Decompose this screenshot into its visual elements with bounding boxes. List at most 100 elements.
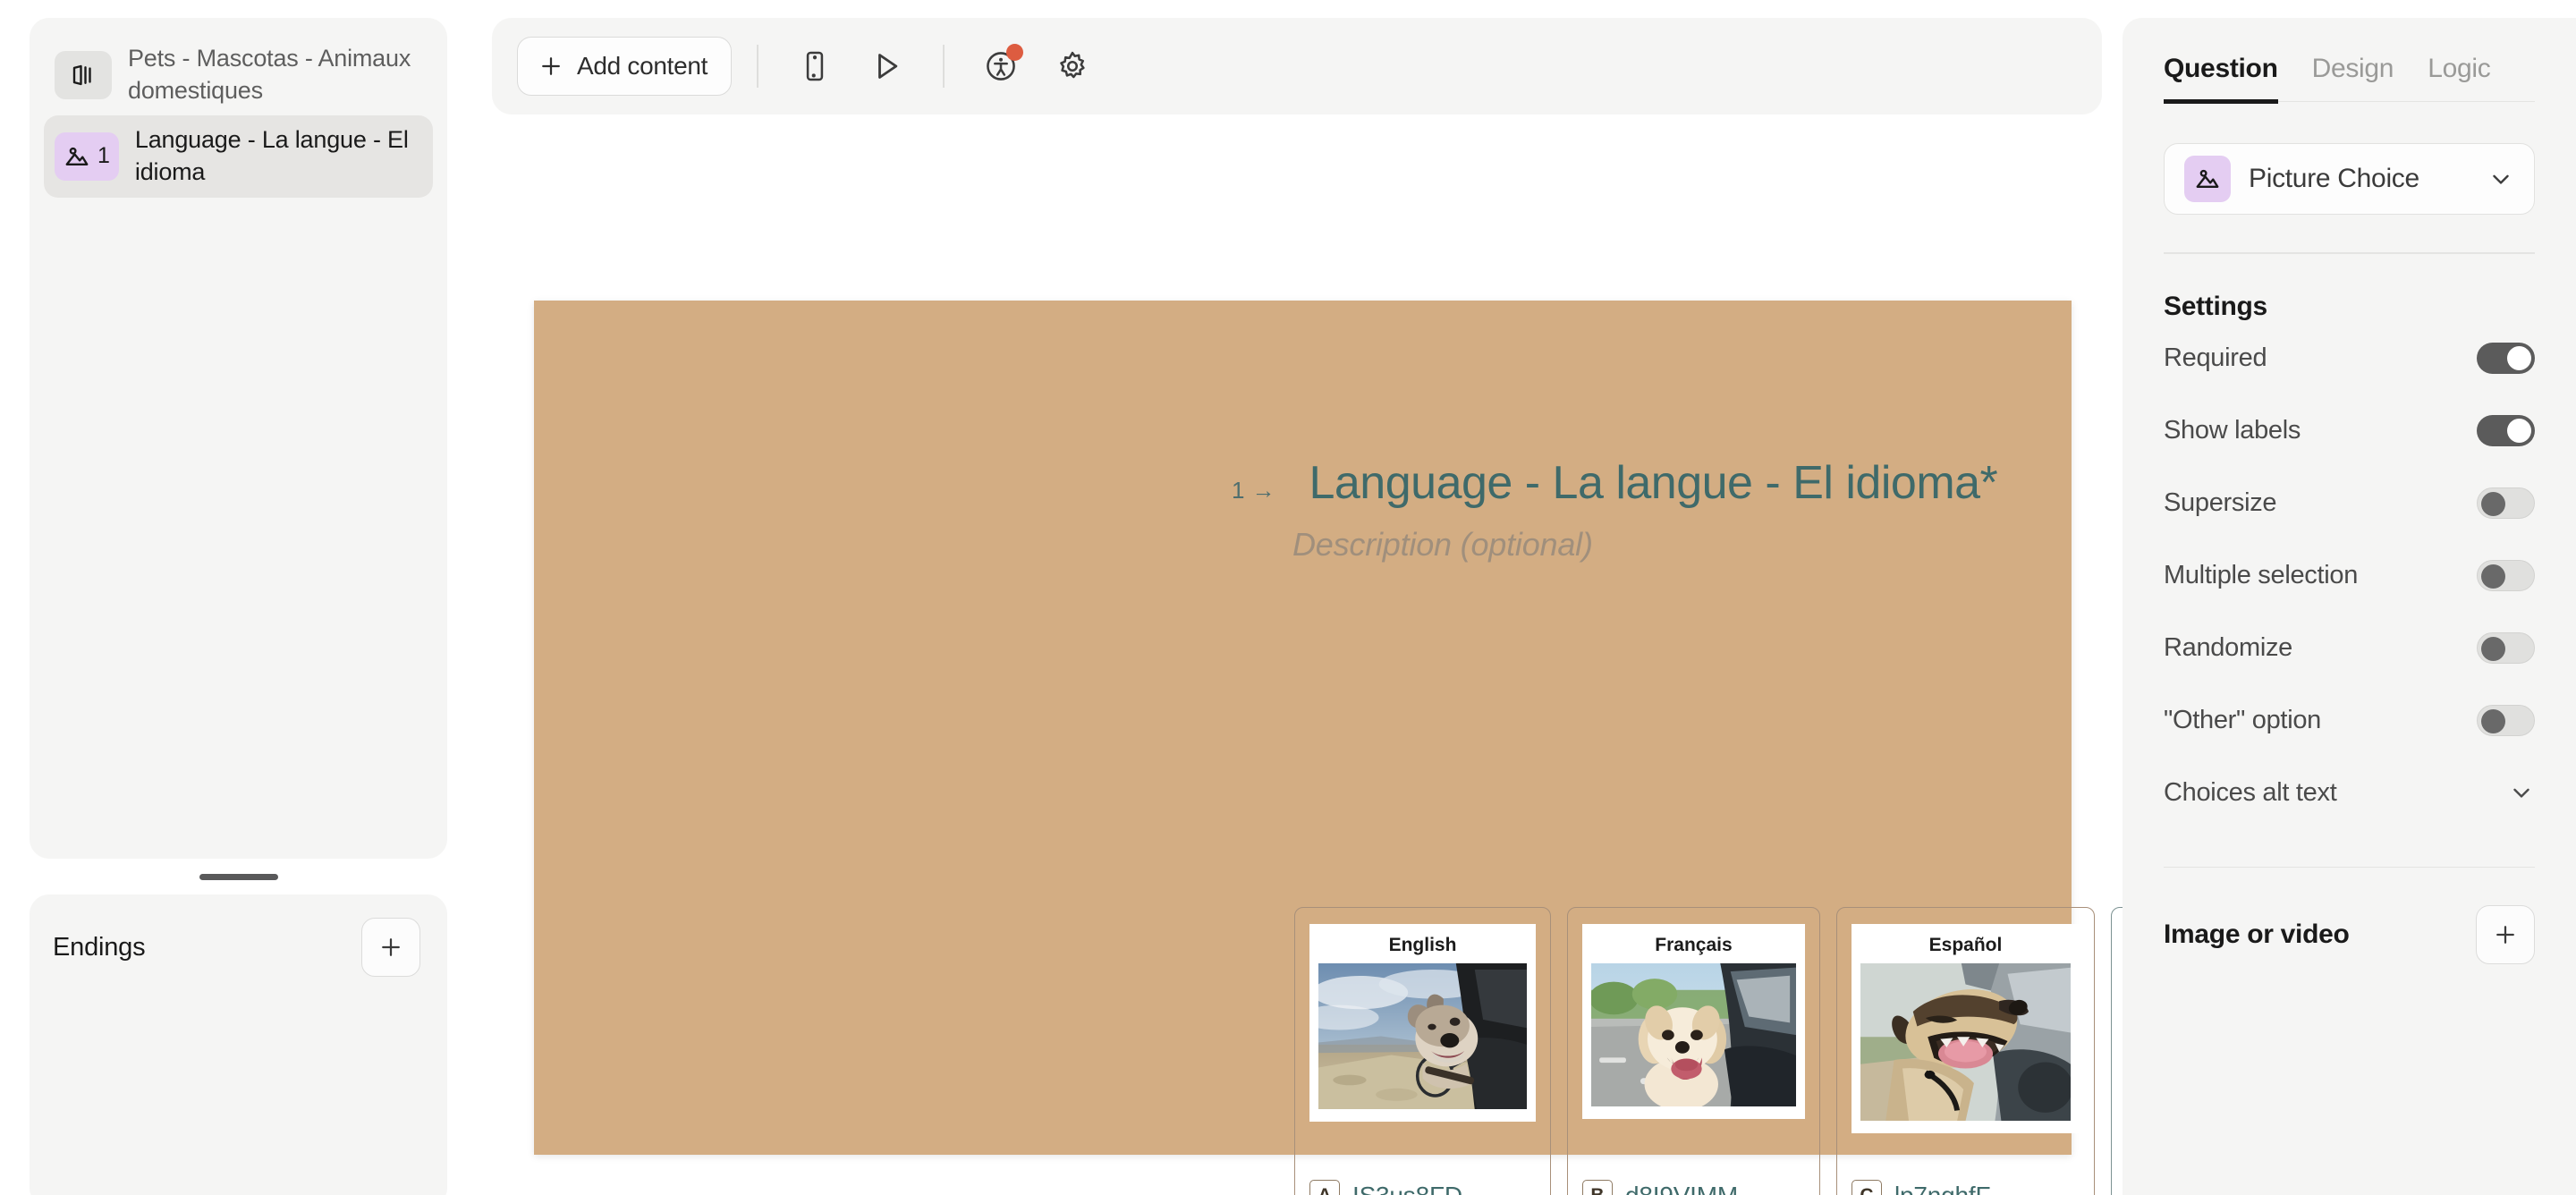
content-list-panel: Pets - Mascotas - Animaux domestiques 1 …: [30, 18, 447, 859]
toggle-knob: [2481, 491, 2505, 516]
required-toggle[interactable]: [2477, 342, 2535, 374]
add-ending-button[interactable]: [361, 918, 420, 977]
add-content-label: Add content: [577, 52, 708, 80]
setting-row-show-labels[interactable]: Show labels: [2164, 394, 2535, 467]
chevron-down-icon[interactable]: [2508, 779, 2535, 806]
image-or-video-row: Image or video: [2164, 905, 2535, 964]
mobile-preview-icon: [806, 51, 824, 81]
toggle-knob: [2481, 708, 2505, 733]
choice-photo: Español: [1852, 924, 2080, 1134]
question-type-label: Picture Choice: [2249, 164, 2419, 193]
show-labels-toggle[interactable]: [2477, 414, 2535, 446]
choice-label[interactable]: d8I9VIMM: [1625, 1182, 1738, 1195]
setting-label: Multiple selection: [2164, 560, 2359, 589]
choice-card[interactable]: Français: [1567, 907, 1820, 1195]
play-preview-icon: [878, 54, 898, 79]
toggle-knob: [2481, 564, 2505, 589]
setting-row-required[interactable]: Required: [2164, 322, 2535, 394]
choice-label[interactable]: IS3us8FD: [1352, 1182, 1462, 1195]
tab-design[interactable]: Design: [2312, 54, 2394, 101]
panel-divider: [2164, 866, 2535, 868]
form-preview-canvas: 1 → Language - La langue - El idioma* De…: [534, 301, 2368, 1195]
sidebar-resize-handle[interactable]: [30, 859, 447, 894]
setting-label: Choices alt text: [2164, 777, 2337, 807]
choice-caption: Español: [1928, 935, 2003, 955]
choice-caption: English: [1388, 935, 1457, 955]
settings-button[interactable]: [1041, 35, 1104, 97]
randomize-toggle[interactable]: [2477, 631, 2535, 664]
question-title[interactable]: Language - La langue - El idioma*: [1309, 456, 1997, 510]
toggle-knob: [2507, 418, 2531, 443]
choice-photo: Français: [1582, 924, 1805, 1120]
sidebar-item-label: Pets - Mascotas - Animaux domestiques: [128, 45, 411, 104]
picture-choice-icon: 1: [55, 131, 119, 181]
question-description-placeholder[interactable]: Description (optional): [1292, 526, 1997, 564]
question-title-line: 1 → Language - La langue - El idioma*: [1232, 456, 1998, 510]
add-image-or-video-button[interactable]: [2476, 905, 2535, 964]
setting-label: Supersize: [2164, 487, 2277, 517]
add-content-button[interactable]: Add content: [517, 37, 733, 96]
plus-icon: [382, 938, 400, 956]
tab-question[interactable]: Question: [2164, 54, 2278, 104]
toggle-knob: [2481, 636, 2505, 661]
accessibility-button[interactable]: [970, 35, 1032, 97]
question-header: 1 → Language - La langue - El idioma* De…: [1232, 456, 1998, 564]
dog-photo-english: [1318, 963, 1527, 1110]
mobile-preview-button[interactable]: [784, 35, 846, 97]
endings-title: Endings: [53, 932, 146, 962]
dog-photo-espanol: [1860, 963, 2071, 1122]
plus-icon: [542, 57, 560, 75]
question-type-select[interactable]: Picture Choice: [2164, 143, 2535, 215]
settings-title: Settings: [2164, 291, 2267, 321]
card-stack-icon: [55, 50, 112, 99]
choice-footer: C lp7nqhfF: [1852, 1180, 2080, 1195]
image-or-video-label: Image or video: [2164, 920, 2350, 949]
left-sidebar: Pets - Mascotas - Animaux domestiques 1 …: [30, 18, 447, 1195]
other-option-toggle[interactable]: [2477, 704, 2535, 736]
sidebar-item-label: Language - La langue - El idioma: [134, 126, 409, 185]
chevron-down-icon: [2493, 174, 2509, 184]
multiple-selection-toggle[interactable]: [2477, 559, 2535, 591]
notification-dot: [1006, 44, 1024, 61]
choice-card[interactable]: English: [1294, 907, 1551, 1195]
setting-row-other-option[interactable]: "Other" option: [2164, 684, 2535, 757]
editor-toolbar: Add content: [492, 18, 2102, 114]
play-preview-button[interactable]: [855, 35, 918, 97]
tab-logic[interactable]: Logic: [2428, 54, 2491, 101]
choice-label[interactable]: lp7nqhfF: [1894, 1182, 1991, 1195]
choice-caption: Français: [1655, 935, 1733, 955]
app-root: Pets - Mascotas - Animaux domestiques 1 …: [0, 0, 2576, 1195]
setting-label: Show labels: [2164, 415, 2301, 445]
choice-footer: B d8I9VIMM: [1582, 1180, 1805, 1195]
setting-label: Required: [2164, 343, 2267, 372]
endings-header: Endings: [53, 918, 420, 977]
supersize-toggle[interactable]: [2477, 487, 2535, 519]
setting-row-multiple-selection[interactable]: Multiple selection: [2164, 539, 2535, 612]
question-number: 1: [1232, 477, 1245, 504]
picture-choice-icon: [2184, 156, 2231, 202]
sidebar-item-pets[interactable]: Pets - Mascotas - Animaux domestiques: [44, 34, 433, 115]
choice-key: C: [1852, 1180, 1882, 1195]
choice-footer: A IS3us8FD: [1309, 1180, 1536, 1195]
setting-row-choices-alt-text[interactable]: Choices alt text: [2164, 757, 2535, 829]
panel-divider: [2164, 252, 2535, 254]
choice-card[interactable]: Español: [1836, 907, 2095, 1195]
arrow-icon: →: [1251, 477, 1275, 504]
right-properties-panel: Question Design Logic Picture Choice Set…: [2123, 18, 2576, 1195]
setting-label: "Other" option: [2164, 705, 2321, 734]
setting-label: Randomize: [2164, 632, 2292, 662]
choice-key: A: [1309, 1180, 1340, 1195]
plus-icon: [2496, 926, 2514, 944]
drag-handle-bar: [199, 873, 278, 880]
choice-key: B: [1582, 1180, 1613, 1195]
gear-icon: [1060, 51, 1085, 79]
dog-photo-francais: [1591, 963, 1796, 1107]
toolbar-separator: [757, 45, 759, 88]
sidebar-item-badge: 1: [97, 143, 110, 169]
toolbar-separator: [943, 45, 945, 88]
choice-photo: English: [1309, 924, 1536, 1123]
toggle-knob: [2507, 345, 2531, 370]
setting-row-randomize[interactable]: Randomize: [2164, 612, 2535, 684]
setting-row-supersize[interactable]: Supersize: [2164, 467, 2535, 539]
sidebar-item-language[interactable]: 1 Language - La langue - El idioma: [44, 115, 433, 198]
